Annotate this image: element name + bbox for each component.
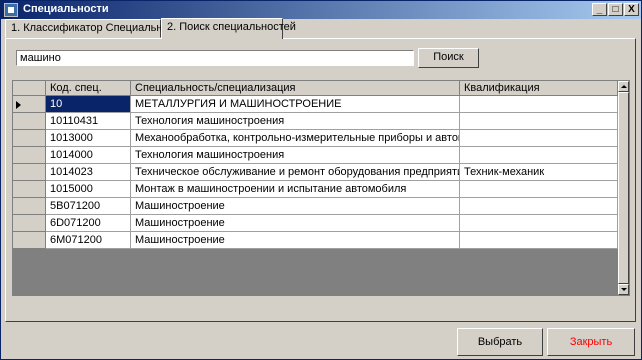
maximize-button[interactable]: □ <box>608 3 623 16</box>
grid-body: Код. спец. Специальность/специализация К… <box>13 81 618 295</box>
row-header[interactable] <box>13 113 46 130</box>
cell-code[interactable]: 6D071200 <box>46 215 131 232</box>
table-row[interactable]: 10 МЕТАЛЛУРГИЯ И МАШИНОСТРОЕНИЕ <box>13 96 618 113</box>
tab-search[interactable]: 2. Поиск специальностей <box>161 18 296 39</box>
cell-code[interactable]: 10110431 <box>46 113 131 130</box>
cell-specialty[interactable]: Машиностроение <box>131 215 460 232</box>
vertical-scrollbar[interactable] <box>618 81 629 295</box>
column-header-qualification[interactable]: Квалификация <box>460 81 618 96</box>
cell-qualification[interactable] <box>460 113 618 130</box>
cell-code[interactable]: 10 <box>46 96 131 113</box>
table-row[interactable]: 1015000 Монтаж в машиностроении и испытан… <box>13 181 618 198</box>
row-header[interactable] <box>13 232 46 249</box>
select-button[interactable]: Выбрать <box>457 328 543 356</box>
minimize-button[interactable]: _ <box>592 3 607 16</box>
close-window-button[interactable]: X <box>624 3 639 16</box>
row-header[interactable] <box>13 181 46 198</box>
title-bar: Специальности _ □ X <box>1 1 641 19</box>
results-grid: Код. спец. Специальность/специализация К… <box>12 80 630 296</box>
row-header[interactable] <box>13 215 46 232</box>
row-header-corner <box>13 81 46 96</box>
search-panel: Поиск Код. спец. Специальность/специализ… <box>5 38 636 322</box>
cell-code[interactable]: 1015000 <box>46 181 131 198</box>
cell-specialty[interactable]: Технология машиностроения <box>131 147 460 164</box>
column-header-specialty[interactable]: Специальность/специализация <box>131 81 460 96</box>
cell-specialty[interactable]: Машиностроение <box>131 198 460 215</box>
cell-code[interactable]: 1014000 <box>46 147 131 164</box>
row-header[interactable] <box>13 147 46 164</box>
row-header[interactable] <box>13 198 46 215</box>
column-header-code[interactable]: Код. спец. <box>46 81 131 96</box>
cell-specialty[interactable]: Машиностроение <box>131 232 460 249</box>
scroll-up-button[interactable] <box>618 81 629 92</box>
cell-specialty[interactable]: Механообработка, контрольно-измерительны… <box>131 130 460 147</box>
search-button[interactable]: Поиск <box>418 48 479 68</box>
app-icon <box>4 3 18 17</box>
cell-qualification[interactable] <box>460 96 618 113</box>
table-row[interactable]: 10110431 Технология машиностроения <box>13 113 618 130</box>
cell-qualification[interactable] <box>460 181 618 198</box>
cell-code[interactable]: 5В071200 <box>46 198 131 215</box>
table-row[interactable]: 6М071200 Машиностроение <box>13 232 618 249</box>
row-header[interactable] <box>13 96 46 113</box>
cell-qualification[interactable] <box>460 147 618 164</box>
main-window: Специальности _ □ X 1. Классификатор Спе… <box>0 0 642 360</box>
table-row[interactable]: 1014023 Техническое обслуживание и ремонт… <box>13 164 618 181</box>
close-button[interactable]: Закрыть <box>547 328 635 356</box>
row-header[interactable] <box>13 164 46 181</box>
cell-qualification[interactable] <box>460 130 618 147</box>
cell-qualification[interactable] <box>460 198 618 215</box>
window-title: Специальности <box>23 3 109 15</box>
cell-specialty[interactable]: Технология машиностроения <box>131 113 460 130</box>
cell-code[interactable]: 1014023 <box>46 164 131 181</box>
tab-classifier[interactable]: 1. Классификатор Специальностей <box>5 19 191 38</box>
cell-qualification[interactable] <box>460 215 618 232</box>
cell-code[interactable]: 6М071200 <box>46 232 131 249</box>
table-row[interactable]: 6D071200 Машиностроение <box>13 215 618 232</box>
arrow-down-icon <box>621 288 627 291</box>
search-input[interactable] <box>16 50 414 66</box>
cell-qualification[interactable] <box>460 232 618 249</box>
scroll-down-button[interactable] <box>618 284 629 295</box>
table-row[interactable]: 1014000 Технология машиностроения <box>13 147 618 164</box>
scroll-thumb[interactable] <box>618 92 629 284</box>
cell-code[interactable]: 1013000 <box>46 130 131 147</box>
cell-specialty[interactable]: МЕТАЛЛУРГИЯ И МАШИНОСТРОЕНИЕ <box>131 96 460 113</box>
cell-specialty[interactable]: Техническое обслуживание и ремонт оборуд… <box>131 164 460 181</box>
table-row[interactable]: 5В071200 Машиностроение <box>13 198 618 215</box>
row-header[interactable] <box>13 130 46 147</box>
current-row-arrow-icon <box>16 101 21 109</box>
arrow-up-icon <box>621 85 627 88</box>
cell-qualification[interactable]: Техник-механик <box>460 164 618 181</box>
table-row[interactable]: 1013000 Механообработка, контрольно-измер… <box>13 130 618 147</box>
cell-specialty[interactable]: Монтаж в машиностроении и испытание авто… <box>131 181 460 198</box>
